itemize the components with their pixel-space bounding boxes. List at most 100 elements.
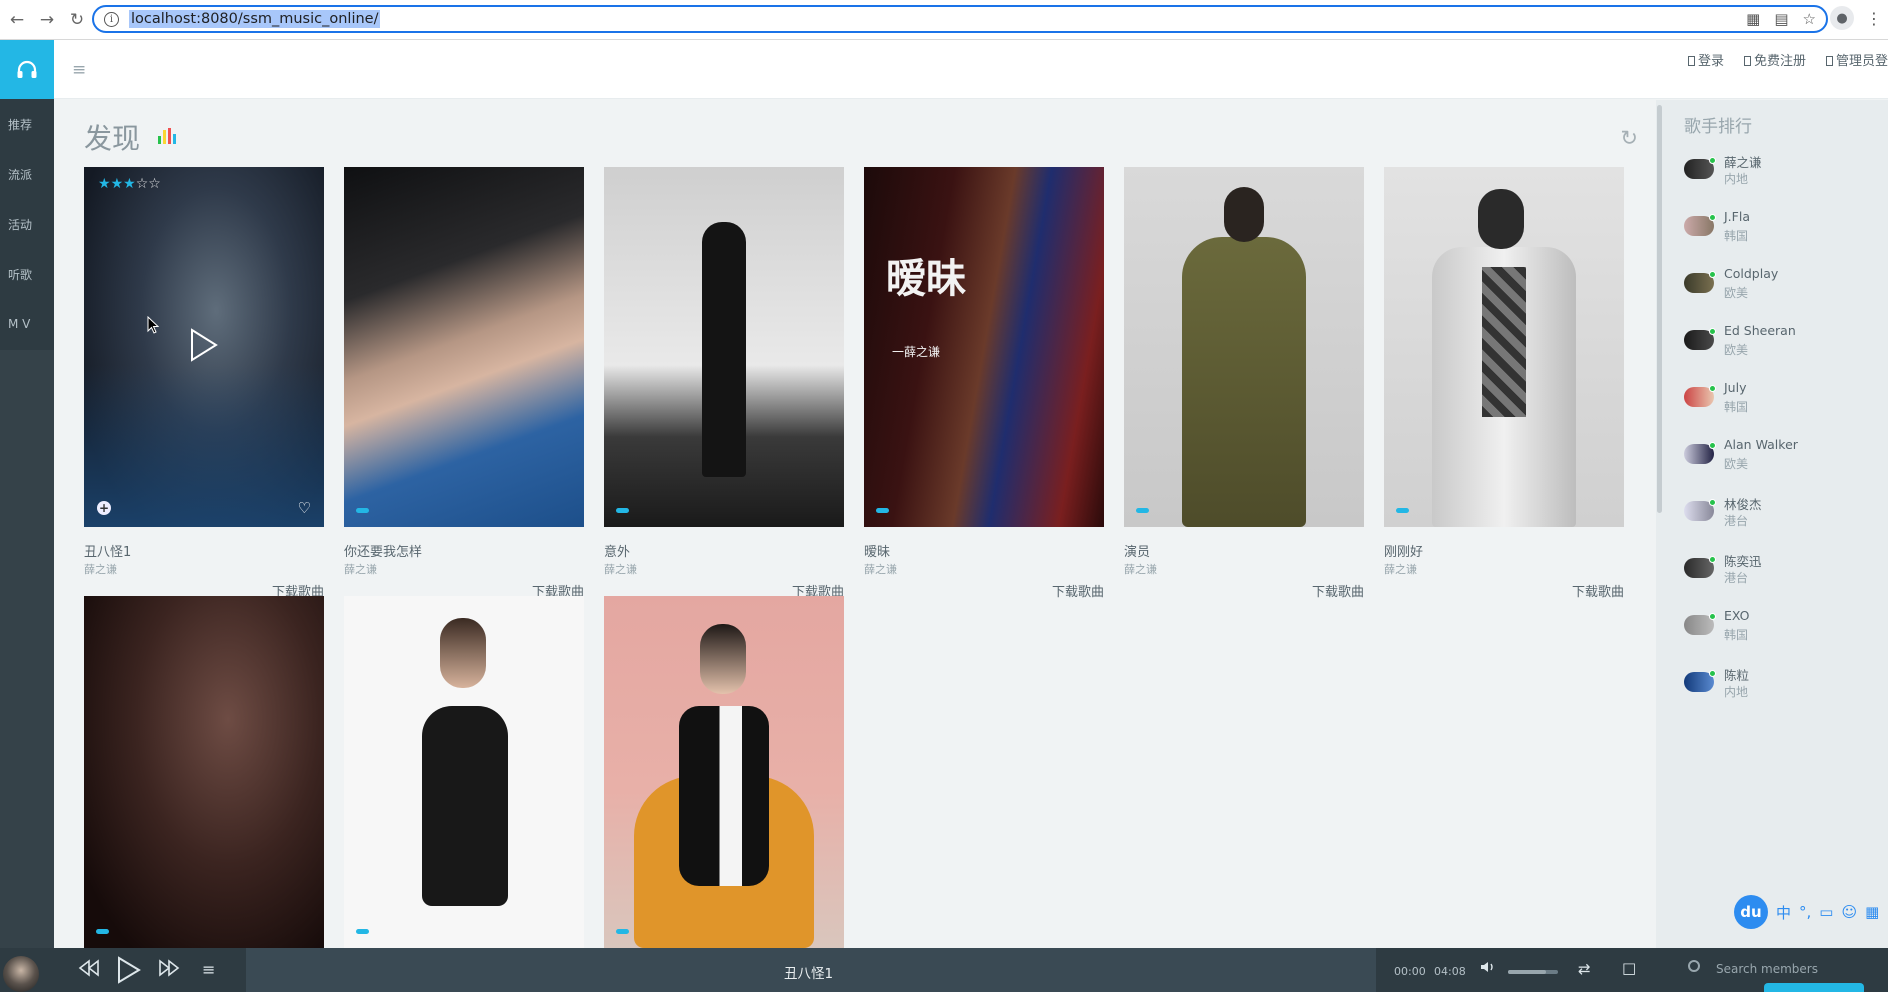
user-icon[interactable]: ☺ (1841, 903, 1857, 921)
lyrics-icon[interactable]: □ (1622, 959, 1636, 977)
song-cover[interactable] (1124, 167, 1364, 527)
singer-name[interactable]: 薛之谦 (1124, 561, 1364, 577)
singer-name[interactable]: 薛之谦 (604, 561, 844, 577)
more-menu-icon[interactable]: ⋮ (1866, 9, 1882, 28)
song-cover[interactable] (1384, 167, 1624, 527)
now-playing-avatar[interactable] (3, 956, 39, 992)
nav-item-recommend[interactable]: 推荐 (0, 99, 54, 149)
qr-icon[interactable]: ▦ (1746, 10, 1760, 28)
artist-region: 港台 (1724, 514, 1749, 528)
star-empty-icon: ☆ (148, 176, 161, 192)
reload-icon[interactable]: ↻ (64, 7, 90, 33)
volume-icon[interactable] (1480, 960, 1496, 978)
play-icon[interactable] (116, 956, 142, 989)
song-cover[interactable] (604, 596, 844, 948)
artist-region: 欧美 (1724, 343, 1749, 357)
now-playing-title: 丑八怪1 (784, 966, 834, 982)
playlist-icon[interactable]: ≡ (202, 960, 215, 979)
nav-item-listen[interactable]: 听歌 (0, 249, 54, 299)
mouse-cursor-icon (147, 316, 159, 334)
forward-icon[interactable]: → (34, 7, 60, 33)
song-cover[interactable] (604, 167, 844, 527)
rating-stars[interactable]: ★★★☆☆ (98, 176, 161, 192)
song-name[interactable]: 暧昧 (864, 541, 1104, 560)
profile-icon[interactable]: ● (1830, 6, 1854, 30)
search-members-input[interactable] (1716, 958, 1876, 980)
song-card[interactable]: 刚刚好 薛之谦 下载歌曲 (1384, 167, 1624, 600)
translate-icon[interactable]: ▤ (1774, 10, 1788, 28)
grid-icon[interactable]: ▦ (1865, 903, 1879, 921)
artist-name[interactable]: 林俊杰 (1724, 494, 1762, 513)
singer-name[interactable]: 薛之谦 (1384, 561, 1624, 577)
artist-name[interactable]: J.Fla (1724, 209, 1750, 224)
song-cover[interactable] (344, 596, 584, 948)
singer-name[interactable]: 薛之谦 (344, 561, 584, 577)
song-card[interactable]: ★★★☆☆ + ♡ 丑八怪1 薛之谦 下载歌曲 (84, 167, 324, 600)
artist-region: 韩国 (1724, 400, 1749, 414)
tag-pill (876, 508, 889, 513)
song-card[interactable]: 暧昧 一薛之谦 暧昧 薛之谦 下载歌曲 (864, 167, 1104, 600)
singer-name[interactable]: 薛之谦 (84, 561, 324, 577)
artist-name[interactable]: 陈粒 (1724, 665, 1749, 684)
song-name[interactable]: 意外 (604, 541, 844, 560)
address-bar[interactable]: i localhost:8080/ssm_music_online/ ▦ ▤ ☆ (92, 5, 1828, 33)
download-link[interactable]: 下载歌曲 (1312, 581, 1364, 600)
login-link[interactable]: 登录 (1687, 50, 1724, 69)
song-card[interactable]: 意外 薛之谦 下载歌曲 (604, 167, 844, 600)
song-name[interactable]: 刚刚好 (1384, 541, 1624, 560)
artist-name[interactable]: Coldplay (1724, 266, 1778, 281)
site-info-icon[interactable]: i (104, 11, 119, 27)
artist-name[interactable]: 薛之谦 (1724, 152, 1762, 171)
online-status-dot (1709, 328, 1716, 335)
play-icon[interactable] (189, 327, 219, 363)
song-name[interactable]: 你还要我怎样 (344, 541, 584, 560)
song-cover[interactable] (84, 596, 324, 948)
refresh-icon[interactable]: ↻ (1620, 126, 1638, 150)
song-name[interactable]: 演员 (1124, 541, 1364, 560)
nav-item-activity[interactable]: 活动 (0, 199, 54, 249)
artist-name[interactable]: Ed Sheeran (1724, 323, 1796, 338)
artist-name[interactable]: July (1724, 380, 1746, 395)
heart-icon[interactable]: ♡ (298, 499, 311, 517)
du-logo-icon[interactable]: du (1734, 895, 1768, 929)
admin-login-link[interactable]: 管理员登 (1825, 50, 1888, 69)
register-link[interactable]: 免费注册 (1743, 50, 1806, 69)
online-status-dot (1709, 556, 1716, 563)
headphones-logo-icon[interactable] (0, 40, 54, 99)
keyboard-icon[interactable]: ▭ (1819, 903, 1833, 921)
add-icon[interactable]: + (97, 501, 111, 515)
artist-name[interactable]: Alan Walker (1724, 437, 1798, 452)
volume-fill (1508, 970, 1546, 974)
aside-scrollbar[interactable] (1657, 105, 1662, 513)
next-icon[interactable] (158, 959, 180, 982)
url-text[interactable]: localhost:8080/ssm_music_online/ (129, 10, 381, 28)
artist-name[interactable]: 陈奕迅 (1724, 551, 1762, 570)
song-cover[interactable]: ★★★☆☆ + ♡ (84, 167, 324, 527)
nav-item-mv[interactable]: M V (0, 299, 54, 349)
volume-slider[interactable] (1508, 970, 1558, 974)
ime-lang-toggle[interactable]: 中 (1776, 902, 1791, 923)
song-name[interactable]: 丑八怪1 (84, 541, 324, 560)
online-status-dot (1709, 613, 1716, 620)
duration: 04:08 (1434, 965, 1466, 978)
nav-item-genre[interactable]: 流派 (0, 149, 54, 199)
song-card[interactable]: 演员 薛之谦 下载歌曲 (1124, 167, 1364, 600)
song-card[interactable] (344, 596, 584, 948)
song-card[interactable]: 你还要我怎样 薛之谦 下载歌曲 (344, 167, 584, 600)
song-card[interactable] (84, 596, 324, 948)
online-status-dot (1709, 499, 1716, 506)
menu-toggle-icon[interactable]: ≡ (72, 60, 86, 80)
song-cover[interactable] (344, 167, 584, 527)
artist-region: 欧美 (1724, 457, 1749, 471)
song-cover[interactable]: 暧昧 一薛之谦 (864, 167, 1104, 527)
bookmark-star-icon[interactable]: ☆ (1803, 10, 1816, 28)
artist-name[interactable]: EXO (1724, 608, 1750, 623)
song-card[interactable] (604, 596, 844, 948)
punctuation-icon[interactable]: °, (1799, 903, 1811, 921)
back-icon[interactable]: ← (4, 7, 30, 33)
shuffle-icon[interactable]: ⇄ (1578, 960, 1591, 978)
singer-name[interactable]: 薛之谦 (864, 561, 1104, 577)
previous-icon[interactable] (78, 959, 100, 982)
download-link[interactable]: 下载歌曲 (1052, 581, 1104, 600)
download-link[interactable]: 下载歌曲 (1572, 581, 1624, 600)
